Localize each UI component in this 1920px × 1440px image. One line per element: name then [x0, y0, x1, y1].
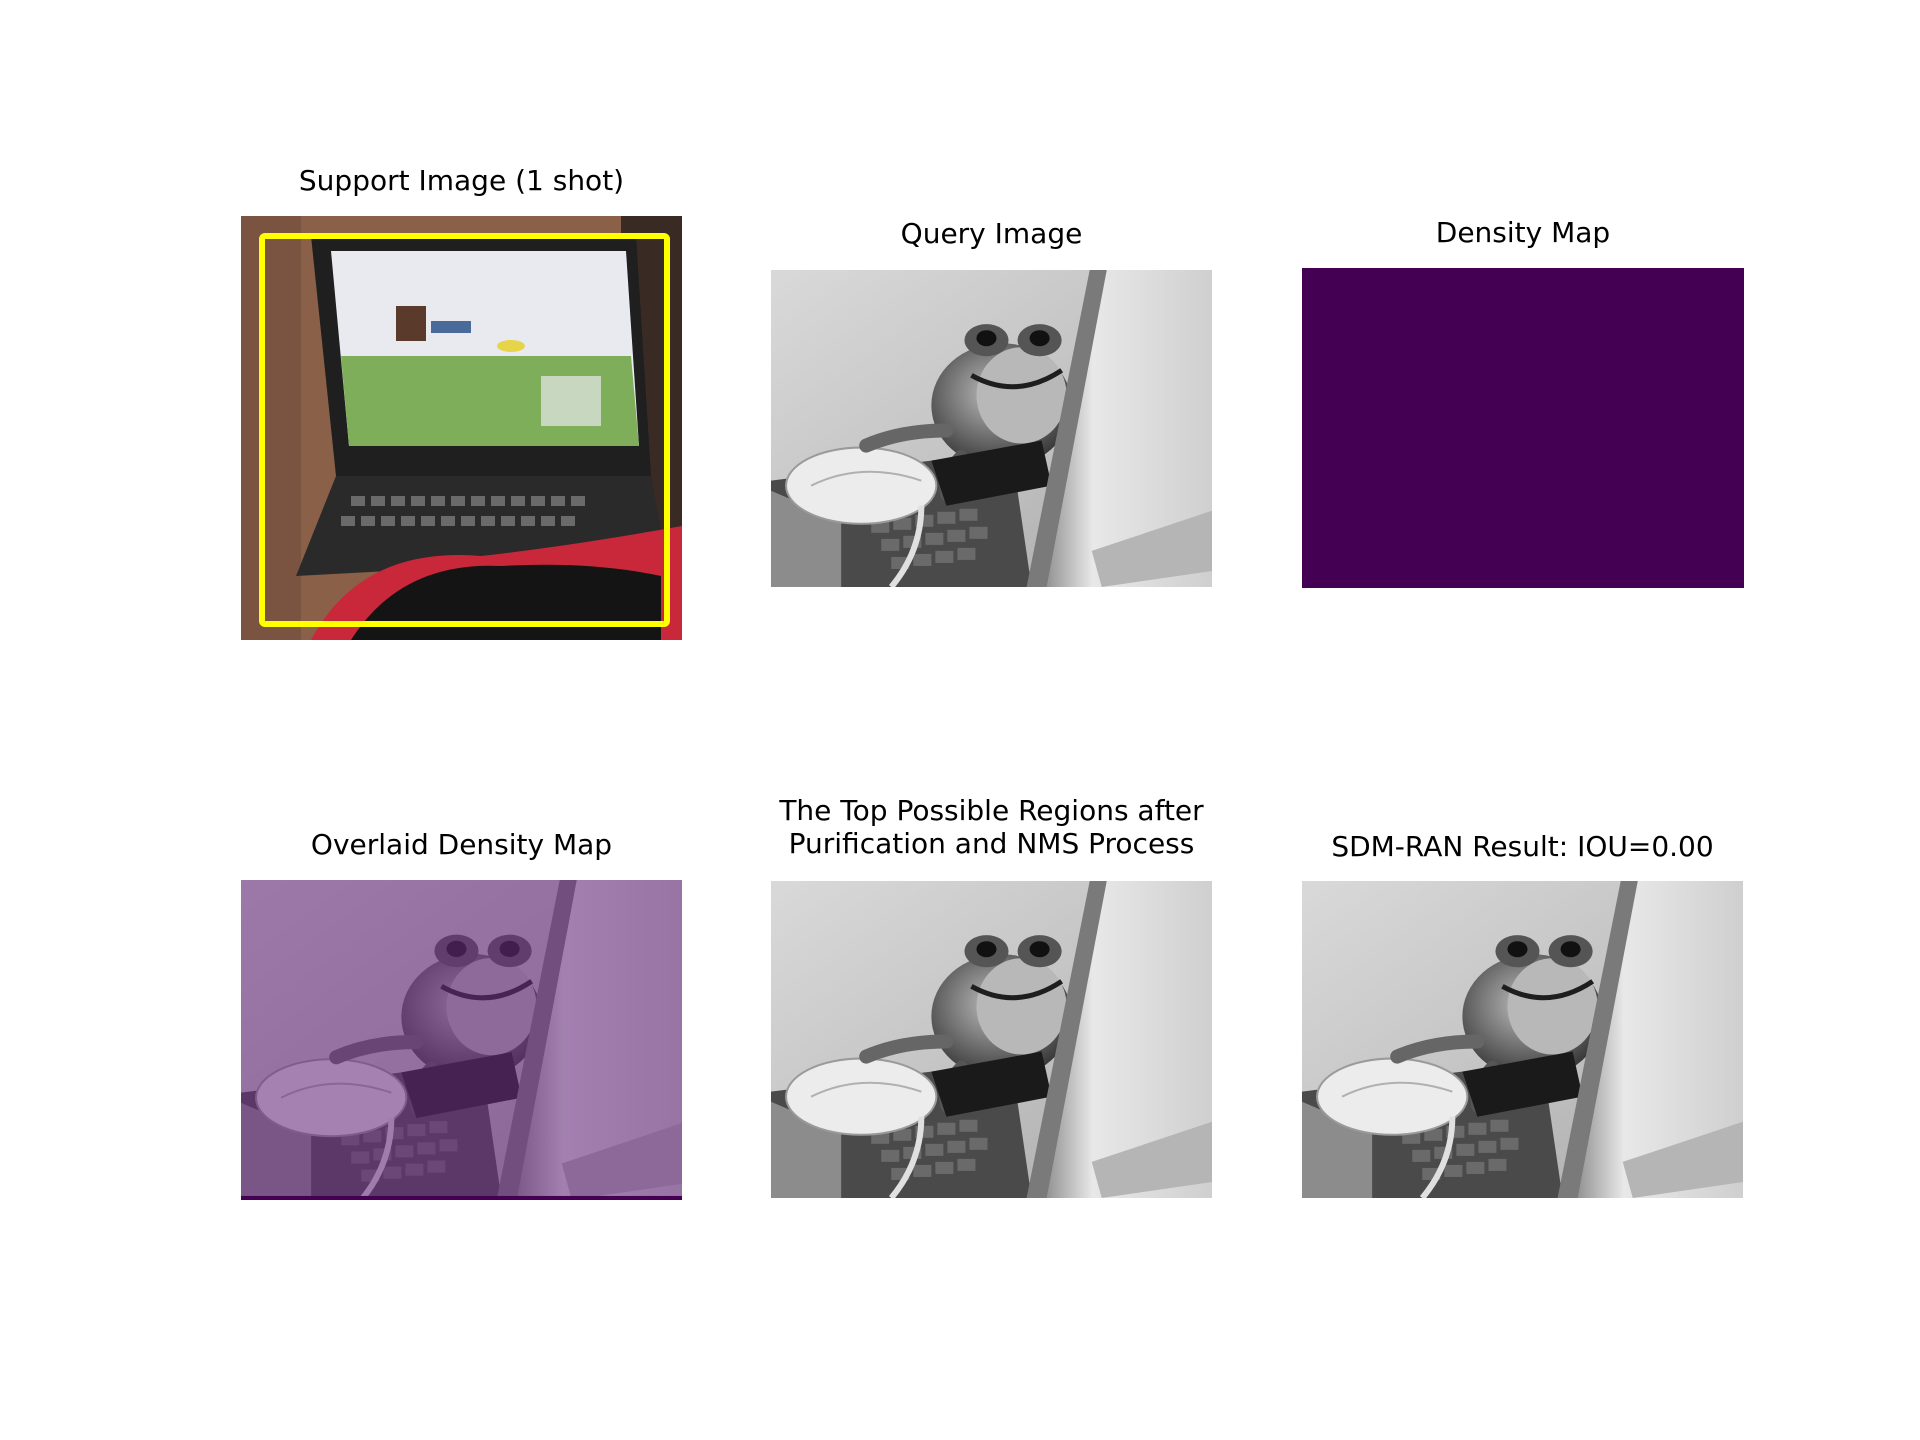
- query-image: [771, 270, 1212, 587]
- top-regions-image: [771, 881, 1212, 1198]
- panel-query-image: Query Image: [771, 213, 1212, 587]
- panel-title: SDM-RAN Result: IOU=0.00: [1331, 830, 1714, 863]
- sdm-ran-result-image: [1302, 881, 1743, 1198]
- panel-title: Support Image (1 shot): [298, 164, 625, 197]
- density-map: [1302, 268, 1744, 588]
- panel-title-line-1: The Top Possible Regions after: [779, 794, 1204, 827]
- panel-title-line-2: Purification and NMS Process: [788, 827, 1195, 860]
- panel-overlaid-density-map: Overlaid Density Map: [241, 824, 682, 1200]
- overlaid-density-map: [241, 880, 682, 1200]
- panel-density-map: Density Map: [1302, 212, 1744, 588]
- support-image: [241, 216, 682, 640]
- panel-title: Query Image: [900, 217, 1083, 250]
- panel-title: Density Map: [1435, 216, 1611, 249]
- panel-top-regions: The Top Possible Regions after Purificat…: [771, 794, 1212, 1200]
- panel-title: Overlaid Density Map: [310, 828, 613, 861]
- panel-support-image: Support Image (1 shot): [241, 160, 682, 640]
- panel-sdm-ran-result: SDM-RAN Result: IOU=0.00: [1302, 826, 1743, 1200]
